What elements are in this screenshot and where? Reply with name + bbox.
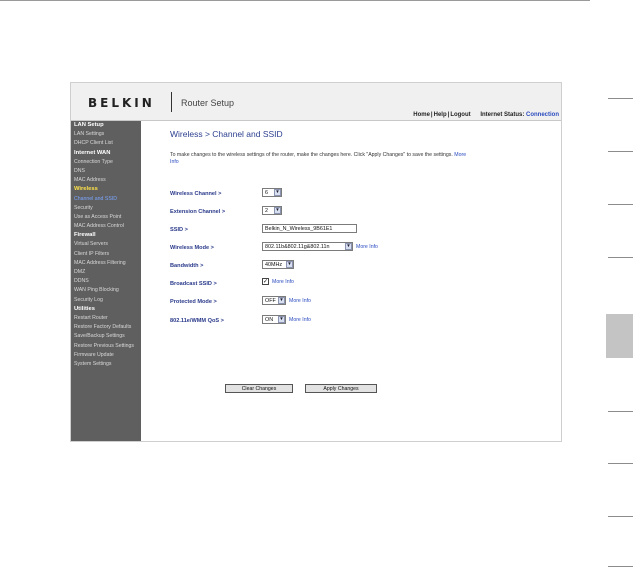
side-tab-rule — [608, 204, 633, 205]
internet-status-label: Internet Status: — [480, 112, 525, 118]
sidebar-item-use-as-access-point[interactable]: Use as Access Point — [71, 213, 141, 222]
router-setup-window: BELKIN Router Setup Home|Help|Logout Int… — [70, 82, 562, 442]
side-tab-rule — [608, 411, 633, 412]
ssid-label: SSID > — [170, 227, 188, 233]
sidebar-item-mac-address-filtering[interactable]: MAC Address Filtering — [71, 259, 141, 268]
wmm-qos-control: ON ▼ More Info — [262, 315, 311, 324]
chevron-down-icon: ▼ — [278, 316, 285, 323]
wireless-channel-select[interactable]: 6 ▼ — [262, 188, 282, 197]
wmm-qos-label: 802.11e/WMM QoS > — [170, 318, 224, 324]
sidebar-item-security[interactable]: Security — [71, 204, 141, 213]
internet-status-value: Connection — [526, 112, 559, 118]
bandwidth-value: 40MHz — [265, 261, 283, 268]
chevron-down-icon: ▼ — [278, 297, 285, 304]
extension-channel-label: Extension Channel > — [170, 209, 226, 215]
wmm-qos-value: ON — [265, 316, 274, 323]
broadcast-ssid-control: ✓ More Info — [262, 278, 294, 285]
side-tab-rule — [608, 98, 633, 99]
wireless-mode-more-info-link[interactable]: More Info — [356, 244, 378, 250]
side-tab-rule — [608, 516, 633, 517]
sidebar-item-ddns[interactable]: DDNS — [71, 277, 141, 286]
sidebar-item-lan-settings[interactable]: LAN Settings — [71, 130, 141, 139]
sidebar-item-dmz[interactable]: DMZ — [71, 268, 141, 277]
protected-mode-value: OFF — [265, 297, 276, 304]
protected-mode-label: Protected Mode > — [170, 299, 217, 305]
page-top-rule — [0, 0, 590, 1]
sidebar-item-client-ip-filters[interactable]: Client IP Filters — [71, 250, 141, 259]
protected-mode-select[interactable]: OFF ▼ — [262, 296, 286, 305]
broadcast-ssid-checkbox[interactable]: ✓ — [262, 278, 269, 285]
top-links: Home|Help|Logout Internet Status: Connec… — [413, 112, 559, 118]
main-content: Wireless > Channel and SSID To make chan… — [141, 121, 561, 441]
protected-mode-control: OFF ▼ More Info — [262, 296, 311, 305]
apply-changes-button[interactable]: Apply Changes — [305, 384, 377, 393]
sidebar-item-channel-and-ssid[interactable]: Channel and SSID — [71, 195, 141, 204]
wireless-mode-value: 802.11b&802.11g&802.11n — [265, 243, 330, 250]
check-icon: ✓ — [262, 278, 269, 285]
logout-link[interactable]: Logout — [450, 112, 470, 118]
chevron-down-icon: ▼ — [274, 189, 281, 196]
sidebar-item-restore-previous-settings[interactable]: Restore Previous Settings — [71, 342, 141, 351]
chevron-down-icon: ▼ — [345, 243, 352, 250]
sidebar-item-restore-factory-defaults[interactable]: Restore Factory Defaults — [71, 323, 141, 332]
side-tab-rule — [608, 463, 633, 464]
broadcast-ssid-label: Broadcast SSID > — [170, 281, 217, 287]
bandwidth-select[interactable]: 40MHz ▼ — [262, 260, 294, 269]
intro-text: To make changes to the wireless settings… — [170, 152, 470, 166]
help-link[interactable]: Help — [434, 112, 447, 118]
sidebar-section-wireless: Wireless — [74, 186, 98, 193]
sidebar-item-dns[interactable]: DNS — [71, 167, 141, 176]
belkin-logo: BELKIN — [88, 96, 155, 110]
wireless-channel-label: Wireless Channel > — [170, 191, 222, 197]
bandwidth-label: Bandwidth > — [170, 263, 204, 269]
sidebar-item-security-log[interactable]: Security Log — [71, 296, 141, 305]
sidebar-item-firmware-update[interactable]: Firmware Update — [71, 351, 141, 360]
app-title: Router Setup — [181, 98, 235, 108]
ssid-control: Belkin_N_Wireless_9B61E1 — [262, 224, 357, 233]
extension-channel-control: 2 ▼ — [262, 206, 282, 215]
chevron-down-icon: ▼ — [274, 207, 281, 214]
ssid-input[interactable]: Belkin_N_Wireless_9B61E1 — [262, 224, 357, 233]
chevron-down-icon: ▼ — [286, 261, 293, 268]
header-bar: BELKIN Router Setup Home|Help|Logout Int… — [71, 83, 561, 121]
sidebar-item-wan-ping-blocking[interactable]: WAN Ping Blocking — [71, 286, 141, 295]
sidebar-item-virtual-servers[interactable]: Virtual Servers — [71, 240, 141, 249]
wireless-mode-label: Wireless Mode > — [170, 245, 214, 251]
sidebar-item-dhcp-client-list[interactable]: DHCP Client List — [71, 139, 141, 148]
logo-divider — [171, 92, 172, 112]
sidebar-section-lan-setup: LAN Setup — [74, 122, 104, 128]
sidebar-section-internet-wan: Internet WAN — [74, 149, 111, 156]
extension-channel-value: 2 — [265, 207, 268, 214]
side-tab-current-section — [606, 314, 633, 358]
bandwidth-control: 40MHz ▼ — [262, 260, 294, 269]
sidebar-item-save-backup-settings[interactable]: Save/Backup Settings — [71, 332, 141, 341]
wireless-channel-value: 6 — [265, 189, 268, 196]
home-link[interactable]: Home — [413, 112, 430, 118]
sidebar-nav: LAN Setup LAN Settings DHCP Client List Int… — [71, 121, 141, 441]
sidebar-item-system-settings[interactable]: System Settings — [71, 360, 141, 369]
link-separator: | — [430, 112, 433, 118]
wmm-qos-select[interactable]: ON ▼ — [262, 315, 286, 324]
wmm-qos-more-info-link[interactable]: More Info — [289, 317, 311, 323]
broadcast-ssid-more-info-link[interactable]: More Info — [272, 279, 294, 285]
sidebar-section-utilities: Utilities — [74, 305, 95, 312]
extension-channel-select[interactable]: 2 ▼ — [262, 206, 282, 215]
wireless-mode-control: 802.11b&802.11g&802.11n ▼ More Info — [262, 242, 378, 251]
protected-mode-more-info-link[interactable]: More Info — [289, 298, 311, 304]
sidebar-item-restart-router[interactable]: Restart Router — [71, 314, 141, 323]
page-title: Wireless > Channel and SSID — [170, 129, 283, 139]
side-tab-rule — [608, 151, 633, 152]
sidebar-section-firewall: Firewall — [74, 232, 96, 239]
wireless-channel-control: 6 ▼ — [262, 188, 282, 197]
clear-changes-button[interactable]: Clear Changes — [225, 384, 293, 393]
sidebar-item-mac-address-control[interactable]: MAC Address Control — [71, 222, 141, 231]
side-tab-rule — [608, 257, 633, 258]
intro-body: To make changes to the wireless settings… — [170, 152, 453, 158]
sidebar-item-connection-type[interactable]: Connection Type — [71, 158, 141, 167]
side-tab-rule — [608, 566, 633, 567]
sidebar-item-mac-address[interactable]: MAC Address — [71, 176, 141, 185]
wireless-mode-select[interactable]: 802.11b&802.11g&802.11n ▼ — [262, 242, 353, 251]
